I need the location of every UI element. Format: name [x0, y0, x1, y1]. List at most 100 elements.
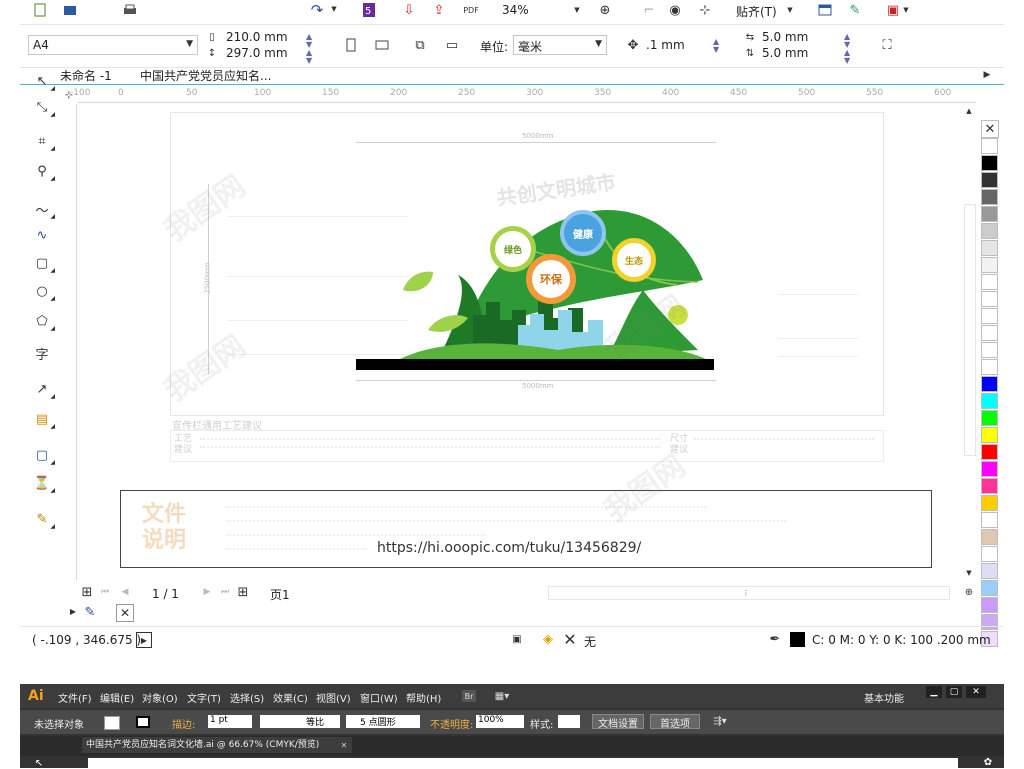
previous-page-icon[interactable]: ◀	[118, 585, 132, 599]
ai-menu-window[interactable]: 窗口(W)	[360, 690, 398, 705]
guidelines-icon[interactable]: ⊹	[696, 1, 714, 19]
color-swatch[interactable]	[981, 444, 998, 460]
publish-pdf-icon[interactable]: PDF	[460, 1, 482, 19]
add-page-after-icon[interactable]: ⊞	[236, 585, 250, 600]
full-screen-icon[interactable]: ⊕	[596, 1, 614, 19]
horizontal-scrollbar[interactable]: ⋮	[548, 586, 950, 600]
polygon-tool-icon[interactable]: ⬠ ◢	[33, 312, 55, 333]
dup-x-spinner-icon[interactable]: ▲ ▼	[844, 33, 850, 49]
landscape-icon[interactable]	[374, 37, 390, 53]
height-spinner-icon[interactable]: ▲ ▼	[306, 49, 312, 65]
interactive-fill-icon[interactable]: ▤ ◢	[33, 410, 55, 431]
ai-stroke-profile[interactable]: 等比	[260, 715, 340, 728]
ai-style-swatch[interactable]	[558, 715, 580, 728]
ai-menu-view[interactable]: 视图(V)	[316, 690, 351, 705]
transparency-tool-icon[interactable]: ▢ ◢	[33, 446, 55, 467]
rectangle-tool-icon[interactable]: ▢ ◢	[33, 254, 55, 275]
color-swatch[interactable]	[981, 172, 998, 188]
crop-tool-icon[interactable]: ⌗ ◢	[33, 132, 55, 153]
edit-options-icon[interactable]: ✎	[846, 1, 864, 19]
ai-opacity-field[interactable]: 100%	[476, 715, 524, 728]
color-swatch[interactable]	[981, 223, 998, 239]
ai-panel-icon[interactable]: ✿	[980, 756, 996, 768]
color-swatch[interactable]	[981, 274, 998, 290]
ai-menu-help[interactable]: 帮助(H)	[406, 690, 441, 705]
ai-menu-type[interactable]: 文字(T)	[187, 690, 221, 705]
ai-select-tool-icon[interactable]: ↖	[32, 758, 46, 769]
color-swatch[interactable]	[981, 478, 998, 494]
zoom-dropdown-icon[interactable]: ▼	[573, 5, 581, 15]
redo-dropdown-icon[interactable]: ▼	[330, 4, 338, 14]
restore-icon[interactable]: ▢	[946, 686, 962, 698]
new-document-icon[interactable]	[32, 2, 48, 18]
text-tool-icon[interactable]: 字	[33, 344, 51, 363]
color-swatch[interactable]	[981, 189, 998, 205]
export-icon[interactable]: ⇩	[400, 1, 418, 19]
bridge-icon[interactable]: Br	[462, 690, 476, 702]
tabs-scroll-right-icon[interactable]: ▶	[982, 68, 992, 82]
scroll-down-icon[interactable]: ▼	[964, 568, 974, 578]
color-swatch[interactable]	[981, 291, 998, 307]
current-page-icon[interactable]: ▭	[444, 37, 460, 53]
status-play-icon[interactable]: ▶	[136, 632, 152, 648]
first-page-icon[interactable]: ⏮	[98, 585, 112, 599]
page-height-field[interactable]: 297.0 mm	[226, 46, 288, 60]
color-eyedropper-icon[interactable]: ✎	[82, 604, 98, 620]
ai-brush-select[interactable]: 5 点圆形	[346, 715, 420, 728]
view-options-icon[interactable]: ⌐	[640, 1, 658, 19]
page-tab[interactable]: 页1	[270, 586, 290, 603]
ai-fill-swatch[interactable]	[104, 716, 120, 730]
ai-menu-edit[interactable]: 编辑(E)	[100, 690, 134, 705]
color-swatch[interactable]	[981, 580, 998, 596]
color-swatch[interactable]	[981, 308, 998, 324]
color-swatch[interactable]	[981, 495, 998, 511]
options-icon[interactable]	[816, 1, 834, 19]
launcher-icon[interactable]: ▣	[884, 1, 902, 19]
export-to-icon[interactable]: ⇪	[430, 1, 448, 19]
unit-select[interactable]: 毫米 ▼	[513, 35, 607, 55]
ai-doc-setup-button[interactable]: 文档设置	[592, 714, 644, 730]
scroll-up-icon[interactable]: ▲	[964, 106, 974, 116]
pick-tool-icon[interactable]: ↖ ◢	[33, 72, 55, 93]
ai-arrange-icon[interactable]: ⇶▾	[708, 714, 732, 728]
color-swatch[interactable]	[981, 410, 998, 426]
tab-untitled[interactable]: 未命名 -1	[60, 67, 112, 84]
nudge-distance-field[interactable]: .1 mm	[646, 38, 685, 52]
color-swatch[interactable]	[981, 529, 998, 545]
color-swatch[interactable]	[981, 427, 998, 443]
redo-icon[interactable]: ↷	[308, 1, 326, 19]
color-swatch[interactable]	[981, 206, 998, 222]
color-swatch[interactable]	[981, 359, 998, 375]
add-page-icon[interactable]: ⊞	[80, 585, 94, 600]
all-pages-icon[interactable]: ⧉	[412, 37, 428, 53]
duplicate-x-field[interactable]: 5.0 mm	[762, 30, 808, 44]
import-icon[interactable]: 5	[360, 1, 378, 19]
print-icon[interactable]	[122, 2, 138, 18]
no-color-swatch-icon[interactable]: ✕	[981, 120, 999, 138]
ruler-origin-icon[interactable]: ⊹	[62, 88, 76, 102]
ai-menu-effect[interactable]: 效果(C)	[273, 690, 308, 705]
color-swatch[interactable]	[981, 563, 998, 579]
color-swatch[interactable]	[981, 342, 998, 358]
ai-menu-file[interactable]: 文件(F)	[58, 690, 92, 705]
color-swatch[interactable]	[981, 597, 998, 613]
duplicate-y-field[interactable]: 5.0 mm	[762, 46, 808, 60]
color-swatch[interactable]	[981, 393, 998, 409]
shape-tool-icon[interactable]: ⤡ ◢	[33, 98, 55, 119]
ai-stroke-weight[interactable]: 1 pt	[208, 715, 252, 728]
zoom-level[interactable]: 34%	[502, 3, 529, 17]
snap-to-menu[interactable]: 贴齐(T)	[736, 3, 777, 20]
color-swatch[interactable]	[981, 155, 998, 171]
color-swatch[interactable]	[981, 461, 998, 477]
vertical-scrollbar[interactable]: ▲ ▼	[962, 104, 976, 580]
page-size-select[interactable]: A4 ▼	[28, 35, 198, 55]
artistic-media-icon[interactable]: ∿	[33, 226, 51, 244]
ai-doc-tab[interactable]: 中国共产党员应知名词文化墙.ai @ 66.67% (CMYK/预览)	[82, 737, 352, 753]
navigator-icon[interactable]: ⊕	[962, 585, 976, 599]
ai-menu-object[interactable]: 对象(O)	[142, 690, 178, 705]
source-url[interactable]: https://hi.ooopic.com/tuku/13456829/	[377, 540, 641, 556]
nudge-spinner-icon[interactable]: ▲ ▼	[713, 38, 719, 54]
ellipse-tool-icon[interactable]: ○ ◢	[33, 282, 55, 303]
open-folder-icon[interactable]	[62, 2, 78, 18]
drawing-canvas[interactable]: 5000mm 5000mm 2500mm 共创文明城市 绿色 健康 环保 生态 …	[78, 104, 976, 580]
